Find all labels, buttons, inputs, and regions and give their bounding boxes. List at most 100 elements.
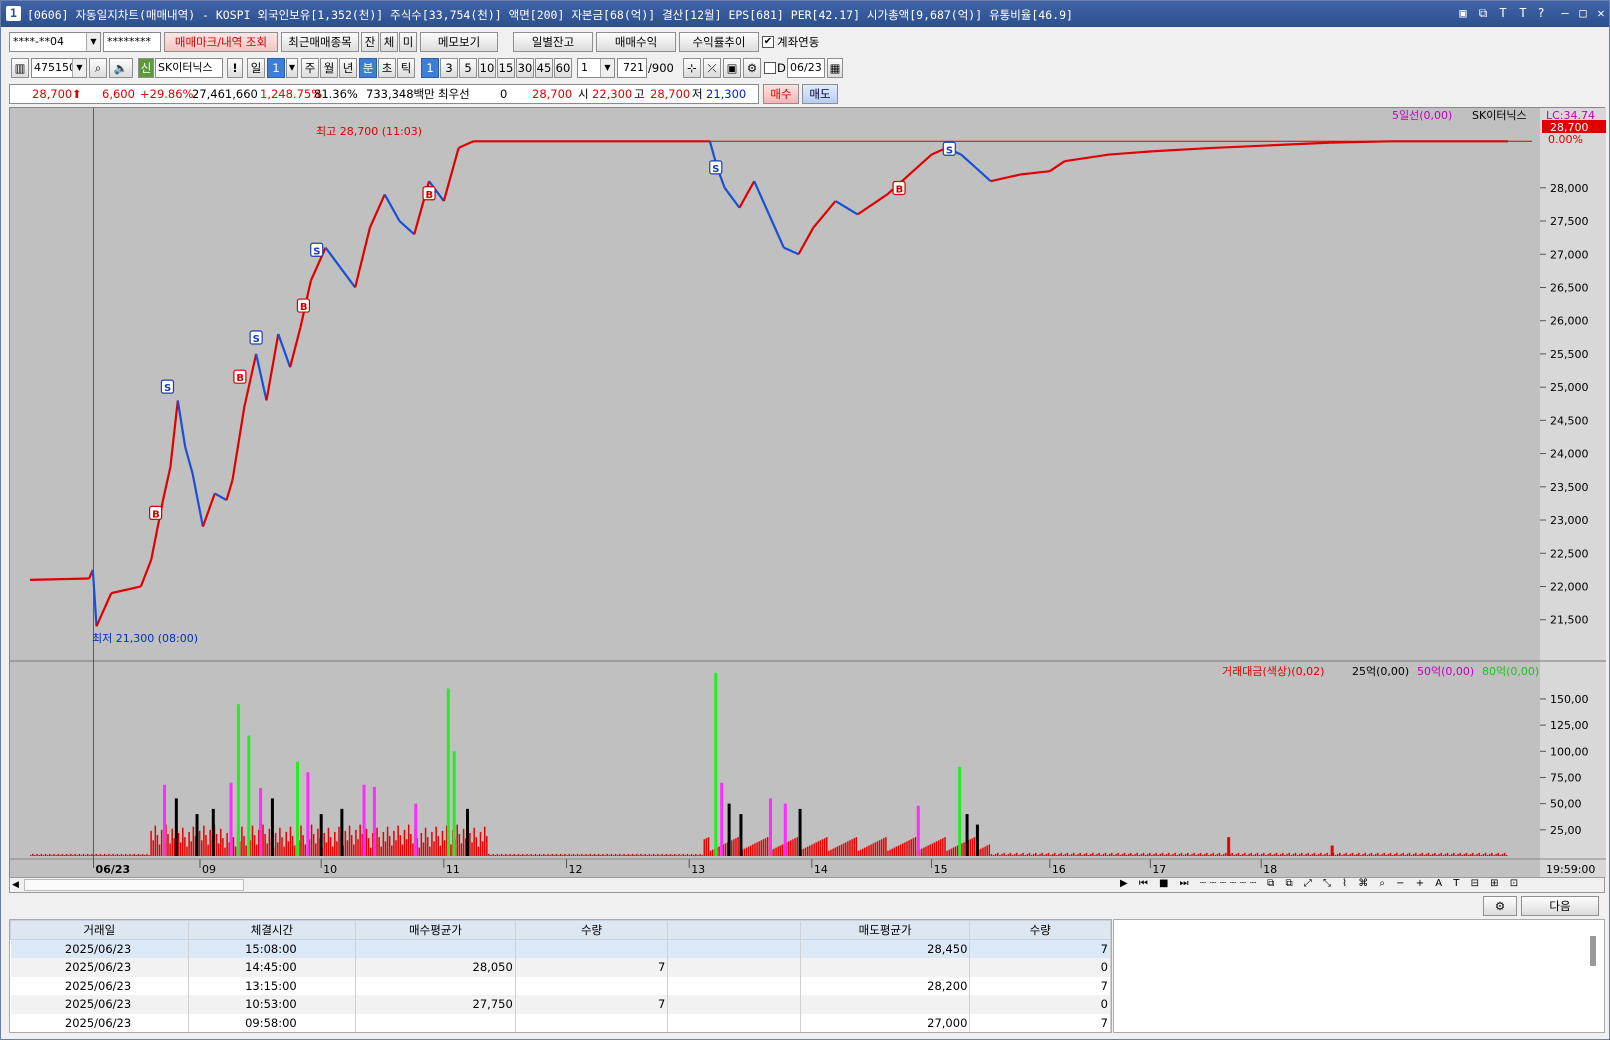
draw-tool-icon[interactable]: ⤫ bbox=[703, 58, 721, 78]
period-second-button[interactable]: 초 bbox=[378, 58, 396, 78]
interval-5-button[interactable]: 5 bbox=[459, 58, 477, 78]
maximize-button[interactable]: □ bbox=[1575, 5, 1591, 21]
sell-button[interactable]: 매도 bbox=[802, 84, 838, 104]
volume-bar bbox=[1412, 853, 1415, 856]
add-indicator-icon[interactable]: ⊹ bbox=[683, 58, 701, 78]
restore-layout-icon[interactable]: ▣ bbox=[1455, 5, 1471, 21]
period-minute-button[interactable]: 분 bbox=[359, 58, 377, 78]
minimize-button[interactable]: — bbox=[1557, 5, 1573, 21]
layout-icon[interactable]: ▥ bbox=[11, 58, 29, 78]
save-icon[interactable]: ▣ bbox=[723, 58, 741, 78]
interval-1-button[interactable]: 1 bbox=[421, 58, 439, 78]
volume-bar bbox=[640, 853, 642, 856]
volume-bar bbox=[766, 837, 769, 856]
dropdown-arrow-icon[interactable]: ▼ bbox=[600, 59, 614, 77]
next-button[interactable]: 다음 bbox=[1521, 896, 1599, 916]
trade-volume: 27,461,660 bbox=[192, 87, 258, 101]
alert-button[interactable]: ! bbox=[227, 58, 243, 78]
table-row[interactable]: 2025/06/23 10:53:00 27,750 7 0 bbox=[10, 995, 1111, 1014]
dropdown-arrow-icon[interactable]: ▼ bbox=[72, 59, 86, 77]
date-checkbox[interactable] bbox=[764, 62, 776, 74]
count-select[interactable]: 1 ▼ bbox=[577, 58, 615, 78]
volume-bar bbox=[511, 854, 513, 856]
volume-bar bbox=[650, 854, 653, 856]
interval-3-button[interactable]: 3 bbox=[440, 58, 458, 78]
chevron-down-icon[interactable]: ▼ bbox=[286, 58, 298, 78]
volume-bar bbox=[1136, 852, 1138, 856]
executed-button[interactable]: 체 bbox=[380, 32, 398, 52]
volume-bar bbox=[1277, 854, 1280, 856]
chart-area[interactable]: 150,00 125,00 100,00 75,00 50,00 25,00 B S B S B S… bbox=[9, 107, 1606, 878]
volume-bar bbox=[1328, 854, 1331, 856]
speaker-icon[interactable]: 🔈 bbox=[109, 58, 133, 78]
period-year-button[interactable]: 년 bbox=[339, 58, 357, 78]
change-percent: +29.86% bbox=[140, 87, 194, 101]
trade-marks-button[interactable]: 매매마크/내역 조회 bbox=[164, 32, 278, 52]
close-button[interactable]: ✕ bbox=[1593, 5, 1609, 21]
volume-bar bbox=[1254, 853, 1257, 856]
interval-10-button[interactable]: 10 bbox=[478, 58, 496, 78]
chart-scrollbar[interactable]: ◀ ▶ ⏮ ■ ⏭ ┈┈┈┈┈┈ ⧉ ⧉ ⤢ ⤡ ⌇ ⌘ ⌕ − + A T ⊟… bbox=[9, 877, 1605, 893]
settings-gear-icon[interactable]: ⚙ bbox=[743, 58, 761, 78]
volume-bar bbox=[488, 853, 490, 856]
interval-45-button[interactable]: 45 bbox=[535, 58, 553, 78]
recent-trades-button[interactable]: 최근매매종목 bbox=[281, 32, 359, 52]
cascade-icon[interactable]: ⧉ bbox=[1475, 5, 1491, 21]
scroll-left-icon[interactable]: ◀ bbox=[12, 880, 19, 890]
date-input[interactable]: 06/23 bbox=[787, 58, 825, 78]
volume-bar bbox=[1288, 852, 1290, 856]
volume-bar bbox=[794, 838, 796, 856]
unfilled-button[interactable]: 미 bbox=[399, 32, 417, 52]
volume-bar bbox=[57, 853, 59, 856]
volume-bar bbox=[1474, 854, 1476, 856]
price-volume-chart[interactable]: 150,00 125,00 100,00 75,00 50,00 25,00 B S B S B S… bbox=[10, 108, 1606, 878]
trade-profit-button[interactable]: 매매수익 bbox=[596, 32, 676, 52]
interval-15-button[interactable]: 15 bbox=[497, 58, 515, 78]
interval-30-button[interactable]: 30 bbox=[516, 58, 534, 78]
interval-60-button[interactable]: 60 bbox=[554, 58, 572, 78]
volume-bar bbox=[1315, 854, 1318, 856]
volume-bar bbox=[277, 842, 279, 856]
memo-button[interactable]: 메모보기 bbox=[420, 32, 498, 52]
scroll-thumb[interactable] bbox=[24, 879, 244, 891]
table-row[interactable]: 2025/06/23 14:45:00 28,050 7 0 bbox=[10, 958, 1111, 977]
font-icon[interactable]: T bbox=[1515, 5, 1531, 21]
stock-name-field[interactable]: SK이터닉스 bbox=[155, 58, 223, 78]
period-count-select[interactable]: 1 bbox=[267, 58, 285, 78]
volume-bar bbox=[845, 842, 847, 856]
col-sell-qty: 수량 bbox=[969, 920, 1111, 940]
buy-button[interactable]: 매수 bbox=[763, 84, 799, 104]
volume-bar bbox=[353, 844, 355, 856]
volume-spike bbox=[211, 808, 215, 856]
period-tick-button[interactable]: 틱 bbox=[397, 58, 415, 78]
volume-bar bbox=[1094, 854, 1096, 856]
table-row[interactable]: 2025/06/23 13:15:00 28,200 7 bbox=[10, 976, 1111, 995]
account-select[interactable]: ****-**04 ▼ bbox=[9, 32, 101, 52]
volume-bar bbox=[743, 848, 746, 856]
table-row[interactable]: 2025/06/23 09:58:00 27,000 7 bbox=[10, 1013, 1111, 1032]
pin-icon[interactable]: T bbox=[1495, 5, 1511, 21]
search-icon[interactable]: ⌕ bbox=[89, 58, 107, 78]
calendar-icon[interactable]: ▦ bbox=[827, 58, 843, 78]
balance-button[interactable]: 잔 bbox=[361, 32, 379, 52]
account-link-checkbox[interactable]: ✔ bbox=[762, 36, 774, 48]
table-row[interactable]: 2025/06/23 15:08:00 28,450 7 bbox=[10, 939, 1111, 958]
table-scrollbar[interactable] bbox=[1590, 936, 1596, 966]
dropdown-arrow-icon[interactable]: ▼ bbox=[86, 33, 100, 51]
data-count-input[interactable]: 721 bbox=[617, 58, 647, 78]
stock-code-input[interactable]: 475150 ▼ bbox=[31, 58, 87, 78]
table-settings-gear-icon[interactable]: ⚙ bbox=[1483, 896, 1517, 916]
return-trend-button[interactable]: 수익률추이 bbox=[679, 32, 759, 52]
period-week-button[interactable]: 주 bbox=[301, 58, 319, 78]
volume-bar bbox=[357, 839, 359, 856]
period-month-button[interactable]: 월 bbox=[320, 58, 338, 78]
password-field[interactable]: ******** bbox=[103, 32, 161, 52]
volume-bar bbox=[711, 849, 714, 856]
volume-bar bbox=[1381, 853, 1383, 856]
help-icon[interactable]: ? bbox=[1533, 5, 1549, 21]
daily-balance-button[interactable]: 일별잔고 bbox=[513, 32, 593, 52]
volume-bar bbox=[933, 842, 936, 856]
volume-bar bbox=[152, 840, 154, 856]
period-day-button[interactable]: 일 bbox=[247, 58, 265, 78]
chart-tools-icon-strip[interactable]: ▶ ⏮ ■ ⏭ ┈┈┈┈┈┈ ⧉ ⧉ ⤢ ⤡ ⌇ ⌘ ⌕ − + A T ⊟ ⊞… bbox=[1120, 878, 1522, 889]
